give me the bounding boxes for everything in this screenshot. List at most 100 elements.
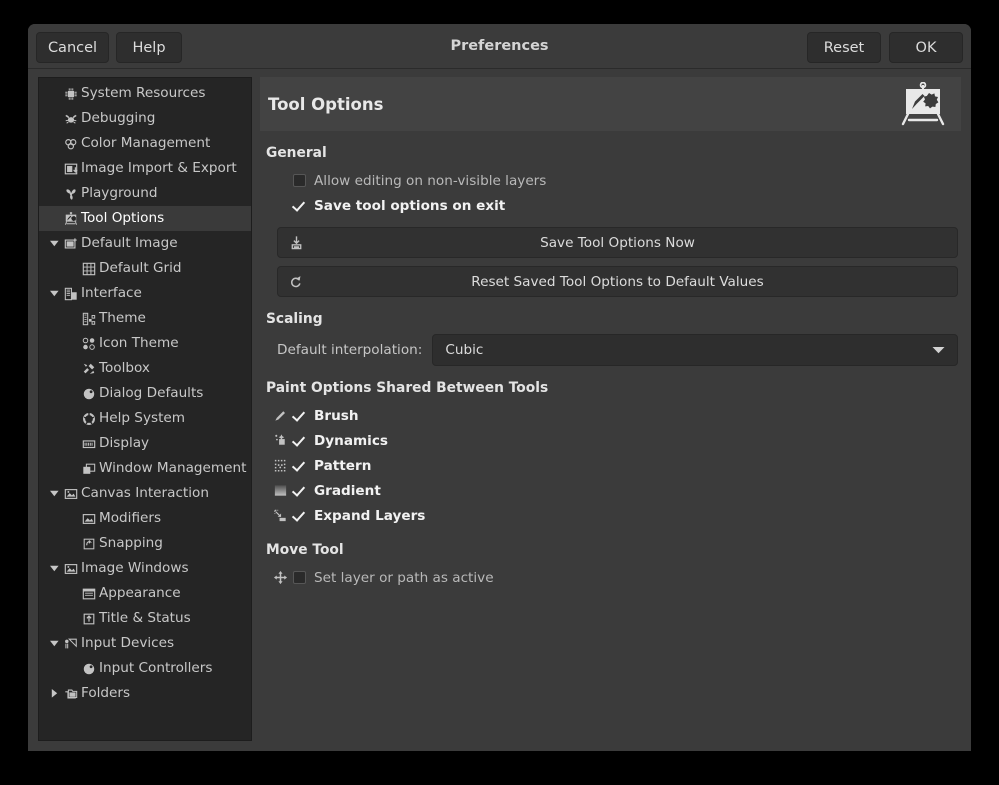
help-button[interactable]: Help: [116, 32, 182, 63]
sidebar-item-label: Image Windows: [81, 556, 189, 581]
sidebar-item-theme[interactable]: Theme: [39, 306, 251, 331]
ok-button[interactable]: OK: [889, 32, 963, 63]
playground-icon: [62, 187, 80, 201]
canvas-icon: [62, 487, 80, 501]
reset-saved-tool-options-to-default-values-button[interactable]: Reset Saved Tool Options to Default Valu…: [277, 266, 958, 297]
tool-options-icon: [62, 212, 80, 226]
checkbox-label-expand-layers: Expand Layers: [314, 508, 425, 524]
checkbox-row-pattern[interactable]: Pattern: [267, 453, 961, 478]
theme-icon: [80, 312, 98, 326]
sidebar-item-label: Modifiers: [99, 506, 161, 531]
checkbox-row-gradient[interactable]: Gradient: [267, 478, 961, 503]
sidebar-item-default-image[interactable]: Default Image: [39, 231, 251, 256]
sidebar-item-label: Canvas Interaction: [81, 481, 209, 506]
sidebar-item-label: Appearance: [99, 581, 181, 606]
tree-expanded-icon[interactable]: [46, 490, 62, 497]
sidebar-item-label: Image Import & Export: [81, 156, 237, 181]
checkbox-row-allow-editing-on-non-visible-layers[interactable]: Allow editing on non-visible layers: [267, 168, 961, 193]
sidebar-item-window-management[interactable]: Window Management: [39, 456, 251, 481]
sidebar-item-label: Toolbox: [99, 356, 150, 381]
sidebar-item-tool-options[interactable]: Tool Options: [39, 206, 251, 231]
sidebar-item-default-grid[interactable]: Default Grid: [39, 256, 251, 281]
checkbox-label-set-layer-or-path-as-active: Set layer or path as active: [314, 570, 494, 586]
sidebar-item-label: Interface: [81, 281, 142, 306]
content-header: Tool Options: [260, 77, 961, 131]
default-interpolation-select[interactable]: Cubic: [432, 334, 958, 366]
sidebar-item-label: Playground: [81, 181, 157, 206]
tree-expanded-icon[interactable]: [46, 240, 62, 247]
sidebar-item-folders[interactable]: Folders: [39, 681, 251, 706]
chip-icon: [62, 87, 80, 101]
checkbox-row-brush[interactable]: Brush: [267, 403, 961, 428]
checkbox-label-dynamics: Dynamics: [314, 433, 388, 449]
dialog-body: System Resources Debugging Color Managem…: [28, 69, 971, 751]
paint-options-group: Brush Dynamics Pattern Gradient Expand L…: [263, 403, 961, 528]
section-move-tool-title: Move Tool: [266, 542, 961, 558]
checkbox-row-dynamics[interactable]: Dynamics: [267, 428, 961, 453]
checkbox-label-gradient: Gradient: [314, 483, 381, 499]
tree-expanded-icon[interactable]: [46, 565, 62, 572]
sidebar-item-input-devices[interactable]: Input Devices: [39, 631, 251, 656]
pattern-icon: [267, 458, 293, 473]
checkbox-save-tool-options-on-exit[interactable]: [293, 199, 306, 212]
checkbox-dynamics[interactable]: [293, 434, 306, 447]
sidebar-item-canvas-interaction[interactable]: Canvas Interaction: [39, 481, 251, 506]
sidebar-item-title-status[interactable]: Title & Status: [39, 606, 251, 631]
sidebar-item-snapping[interactable]: Snapping: [39, 531, 251, 556]
appearance-icon: [80, 587, 98, 601]
toolbox-icon: [80, 362, 98, 376]
sidebar-item-image-import-export[interactable]: Image Import & Export: [39, 156, 251, 181]
sidebar-item-system-resources[interactable]: System Resources: [39, 81, 251, 106]
sidebar-item-color-management[interactable]: Color Management: [39, 131, 251, 156]
title-status-icon: [80, 612, 98, 626]
help-system-icon: [80, 412, 98, 426]
checkbox-expand-layers[interactable]: [293, 509, 306, 522]
checkbox-brush[interactable]: [293, 409, 306, 422]
reset-button[interactable]: Reset: [807, 32, 881, 63]
sidebar-item-display[interactable]: Display: [39, 431, 251, 456]
dialog-defaults-icon: [80, 387, 98, 401]
save-tool-options-now-button[interactable]: Save Tool Options Now: [277, 227, 958, 258]
checkbox-row-set-layer-or-path-as-active[interactable]: Set layer or path as active: [267, 565, 961, 590]
sidebar-item-interface[interactable]: Interface: [39, 281, 251, 306]
sidebar-item-toolbox[interactable]: Toolbox: [39, 356, 251, 381]
sidebar-item-debugging[interactable]: Debugging: [39, 106, 251, 131]
checkbox-label-brush: Brush: [314, 408, 359, 424]
checkbox-row-expand-layers[interactable]: Expand Layers: [267, 503, 961, 528]
checkbox-gradient[interactable]: [293, 484, 306, 497]
cancel-button-label: Cancel: [48, 40, 97, 56]
sidebar-item-label: Title & Status: [99, 606, 191, 631]
window-management-icon: [80, 462, 98, 476]
sidebar-item-modifiers[interactable]: Modifiers: [39, 506, 251, 531]
sidebar-item-input-controllers[interactable]: Input Controllers: [39, 656, 251, 681]
sidebar-item-help-system[interactable]: Help System: [39, 406, 251, 431]
preferences-content-pane: Tool Options General Allow editing on no…: [260, 77, 961, 741]
folders-icon: [62, 687, 80, 701]
sidebar-item-icon-theme[interactable]: Icon Theme: [39, 331, 251, 356]
checkbox-allow-editing-on-non-visible-layers[interactable]: [293, 174, 306, 187]
cancel-button[interactable]: Cancel: [36, 32, 109, 63]
reset-saved-tool-options-to-default-values-button-label: Reset Saved Tool Options to Default Valu…: [278, 274, 957, 290]
color-wheel-icon: [62, 137, 80, 151]
general-buttons-group: Save Tool Options Now Reset Saved Tool O…: [263, 227, 961, 297]
sidebar-item-label: Display: [99, 431, 149, 456]
section-general-title: General: [266, 145, 961, 161]
tree-expanded-icon[interactable]: [46, 640, 62, 647]
input-controllers-icon: [80, 662, 98, 676]
sidebar-item-playground[interactable]: Playground: [39, 181, 251, 206]
move-icon: [267, 570, 293, 585]
preferences-category-tree[interactable]: System Resources Debugging Color Managem…: [38, 77, 252, 741]
checkbox-pattern[interactable]: [293, 459, 306, 472]
checkbox-row-save-tool-options-on-exit[interactable]: Save tool options on exit: [267, 193, 961, 218]
sidebar-item-image-windows[interactable]: Image Windows: [39, 556, 251, 581]
tree-collapsed-icon[interactable]: [46, 689, 62, 698]
help-button-label: Help: [132, 40, 165, 56]
sidebar-item-dialog-defaults[interactable]: Dialog Defaults: [39, 381, 251, 406]
tree-expanded-icon[interactable]: [46, 290, 62, 297]
checkbox-set-layer-or-path-as-active[interactable]: [293, 571, 306, 584]
sidebar-item-appearance[interactable]: Appearance: [39, 581, 251, 606]
sidebar-item-label: Folders: [81, 681, 130, 706]
import-export-icon: [62, 162, 80, 176]
snapping-icon: [80, 537, 98, 551]
input-devices-icon: [62, 637, 80, 651]
